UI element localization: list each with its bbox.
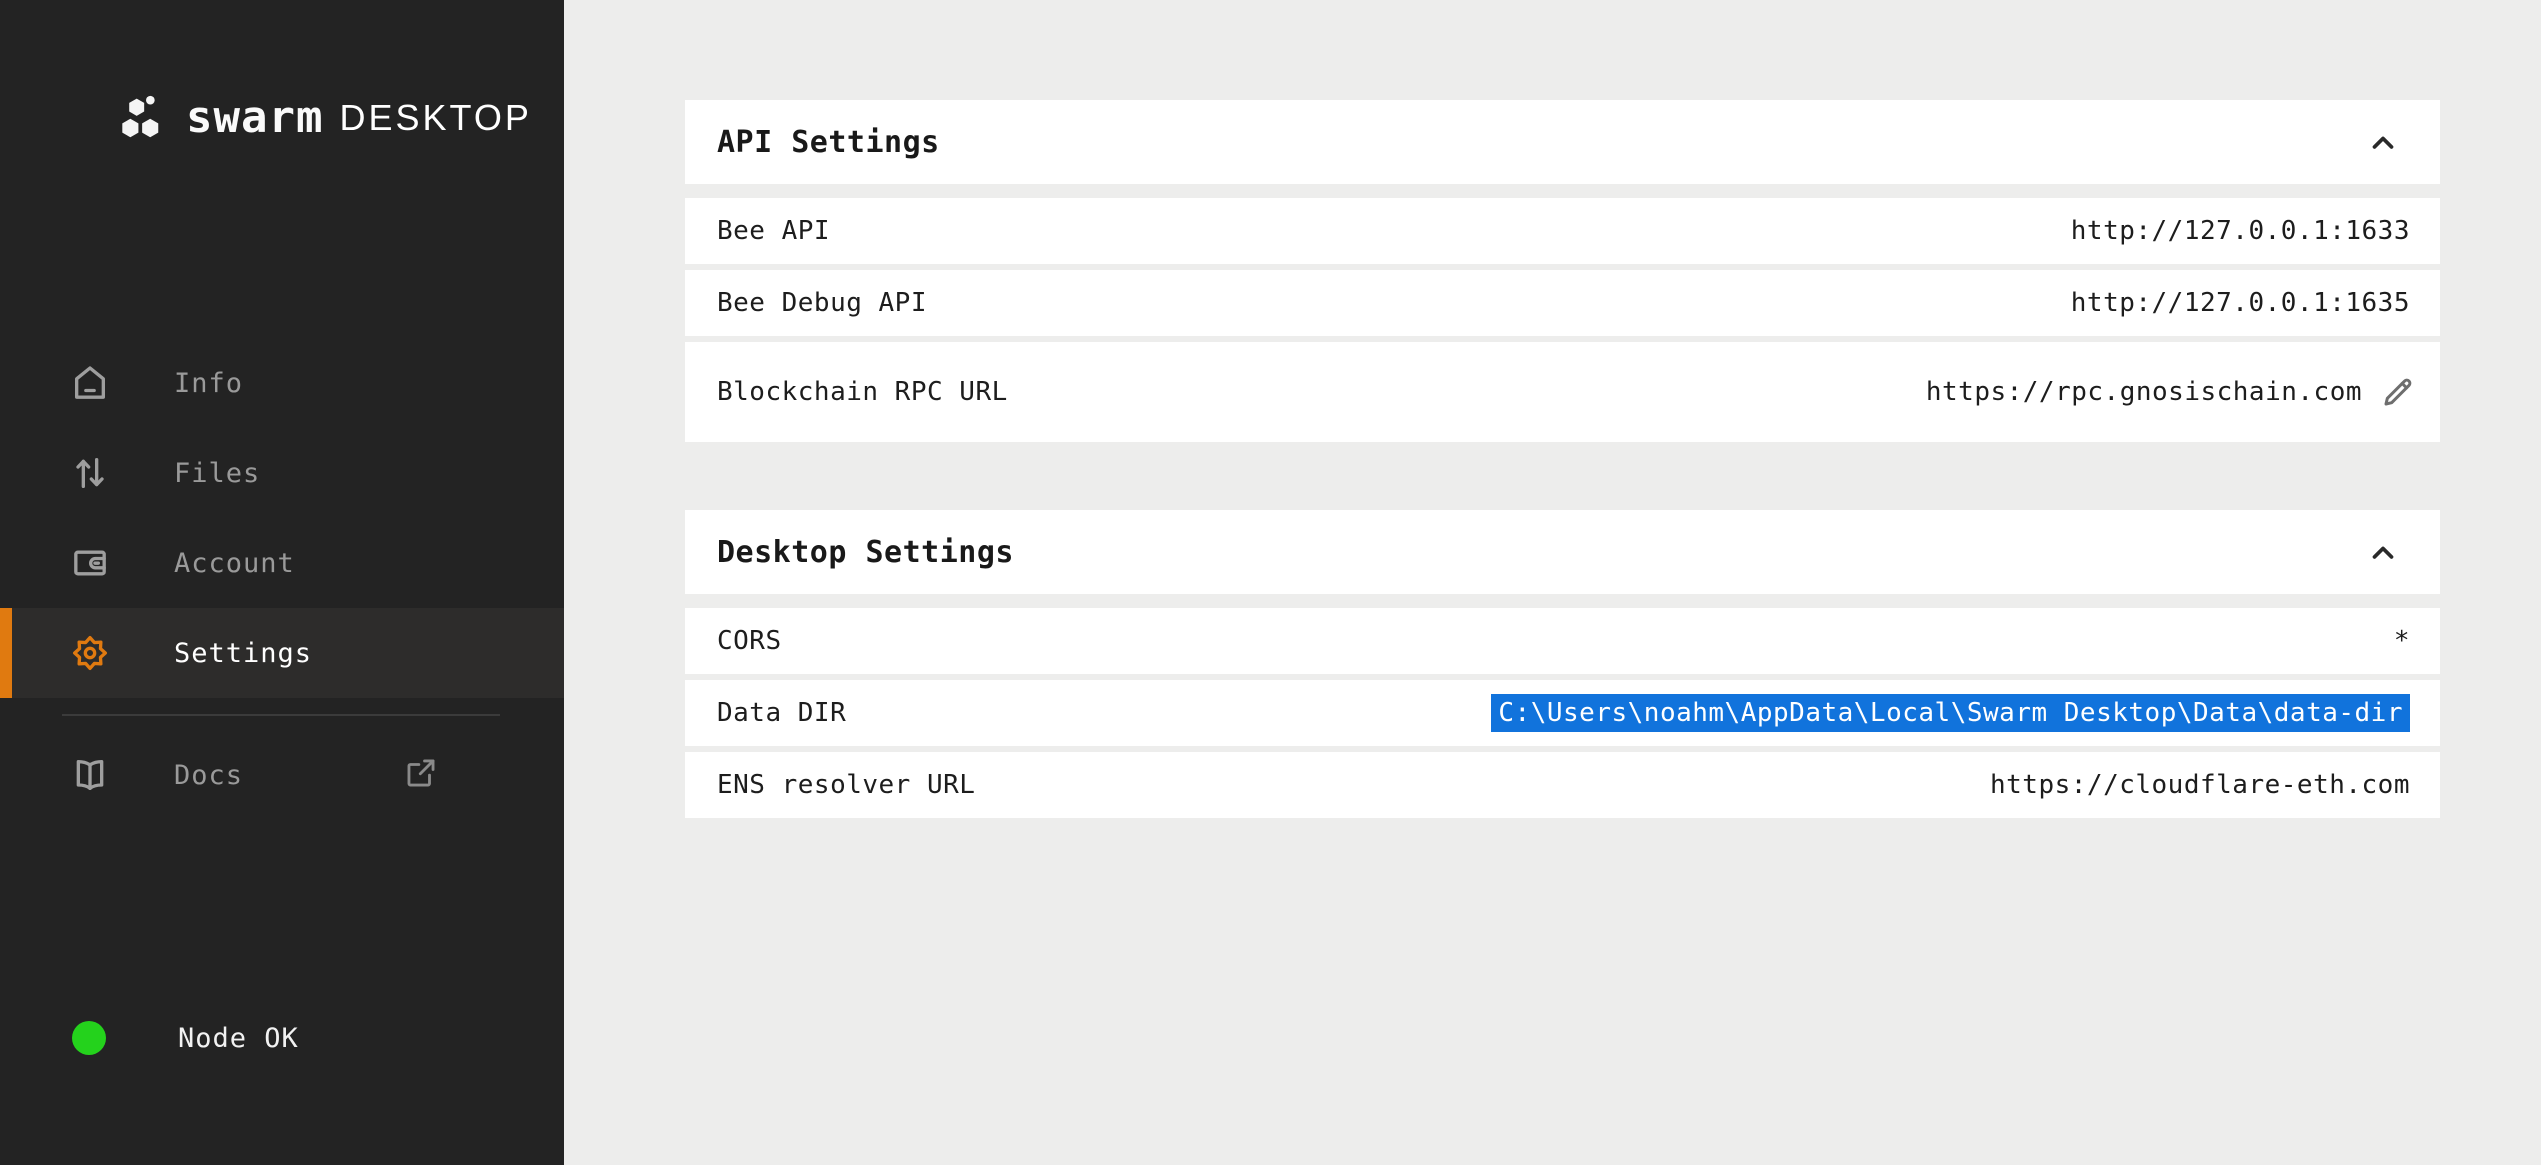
transfer-arrows-icon (70, 453, 110, 493)
sidebar-divider (62, 714, 500, 716)
desktop-settings-header[interactable]: Desktop Settings (685, 510, 2440, 594)
setting-label: Bee Debug API (717, 288, 927, 318)
sidebar-item-label: Settings (174, 638, 312, 669)
sidebar-item-info[interactable]: Info (0, 338, 564, 428)
setting-label: Blockchain RPC URL (717, 377, 1008, 407)
logo-text-swarm: swarm (186, 92, 323, 143)
sidebar-item-account[interactable]: Account (0, 518, 564, 608)
home-icon (70, 363, 110, 403)
setting-label: Data DIR (717, 698, 846, 728)
setting-value: https://cloudflare-eth.com (1990, 770, 2410, 800)
sidebar-item-files[interactable]: Files (0, 428, 564, 518)
sidebar-item-settings[interactable]: Settings (0, 608, 564, 698)
sidebar-item-label: Files (174, 458, 260, 489)
sidebar: swarm DESKTOP Info Files (0, 0, 564, 1165)
setting-label: Bee API (717, 216, 830, 246)
setting-row-data-dir: Data DIR C:\Users\noahm\AppData\Local\Sw… (685, 680, 2440, 746)
edit-pencil-icon[interactable] (2380, 374, 2416, 410)
chevron-up-icon[interactable] (2366, 125, 2400, 159)
node-status-ok-dot (72, 1021, 106, 1055)
setting-value-selected[interactable]: C:\Users\noahm\AppData\Local\Swarm Deskt… (1491, 694, 2410, 732)
setting-value: https://rpc.gnosischain.com (1926, 377, 2362, 407)
gear-icon (70, 633, 110, 673)
section-api-settings: API Settings Bee API http://127.0.0.1:16… (685, 100, 2440, 442)
sidebar-item-docs[interactable]: Docs (0, 730, 564, 820)
section-title: Desktop Settings (717, 535, 1014, 570)
setting-label: CORS (717, 626, 782, 656)
setting-value: http://127.0.0.1:1635 (2071, 288, 2410, 318)
section-desktop-settings: Desktop Settings CORS * Data DIR C:\User… (685, 510, 2440, 818)
app-logo: swarm DESKTOP (118, 92, 532, 143)
sidebar-item-label: Account (174, 548, 295, 579)
book-open-icon (70, 755, 110, 795)
chevron-up-icon[interactable] (2366, 535, 2400, 569)
setting-row-cors: CORS * (685, 608, 2440, 674)
wallet-icon (70, 543, 110, 583)
setting-value: http://127.0.0.1:1633 (2071, 216, 2410, 246)
sidebar-item-label: Docs (174, 760, 243, 791)
api-settings-header[interactable]: API Settings (685, 100, 2440, 184)
setting-value-group: https://rpc.gnosischain.com (1926, 374, 2416, 410)
sidebar-nav: Info Files (0, 338, 564, 820)
setting-row-bee-debug-api: Bee Debug API http://127.0.0.1:1635 (685, 270, 2440, 336)
logo-text-desktop: DESKTOP (339, 97, 531, 139)
setting-value: * (2394, 626, 2410, 656)
swarm-desktop-app: swarm DESKTOP Info Files (0, 0, 2541, 1165)
setting-row-ens-resolver-url: ENS resolver URL https://cloudflare-eth.… (685, 752, 2440, 818)
setting-row-blockchain-rpc-url: Blockchain RPC URL https://rpc.gnosischa… (685, 342, 2440, 442)
swarm-logo-icon (118, 93, 164, 143)
node-status: Node OK (72, 1021, 299, 1055)
section-title: API Settings (717, 125, 940, 160)
setting-row-bee-api: Bee API http://127.0.0.1:1633 (685, 198, 2440, 264)
settings-page: API Settings Bee API http://127.0.0.1:16… (564, 0, 2541, 1165)
sidebar-item-label: Info (174, 368, 243, 399)
setting-label: ENS resolver URL (717, 770, 975, 800)
node-status-label: Node OK (178, 1023, 299, 1054)
external-link-icon (404, 756, 438, 794)
